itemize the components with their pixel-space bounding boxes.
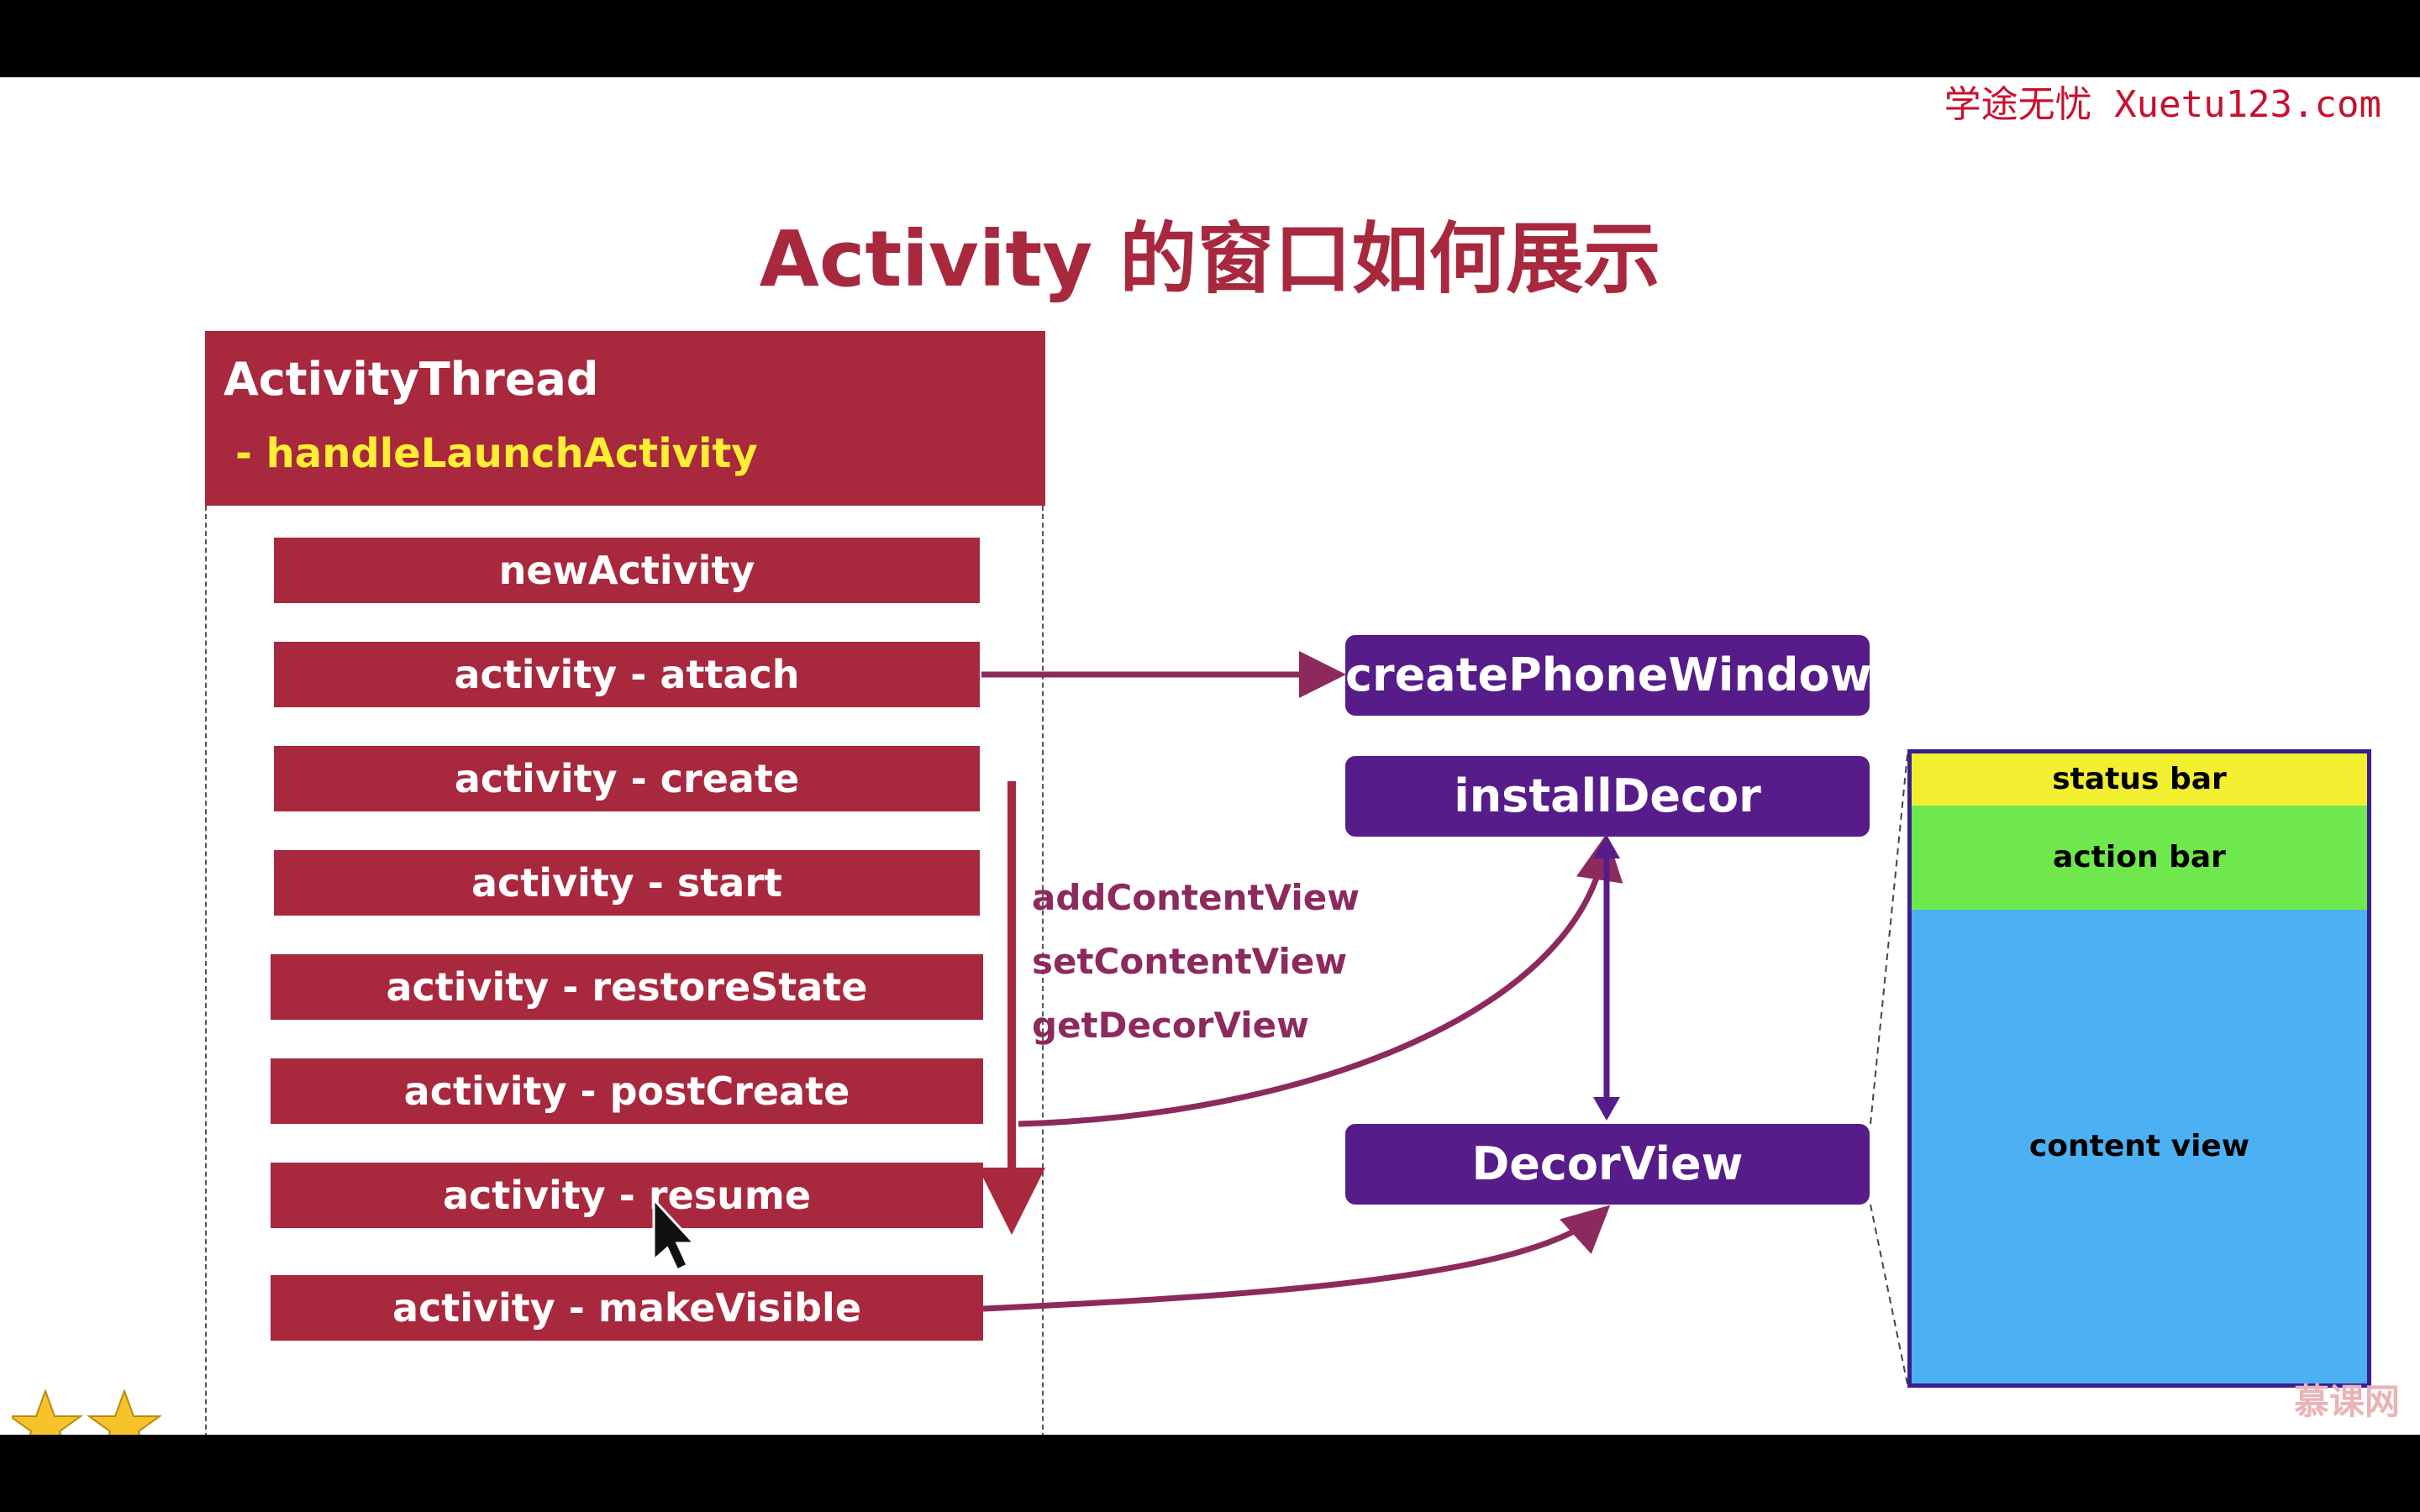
arrow-flow-to-install-decor (1018, 833, 1623, 1127)
arrowhead-to-install-decor (1593, 835, 1620, 858)
slide: 学途无忧 Xuetu123.com Activity 的窗口如何展示 Activ… (0, 77, 2420, 1435)
arrowhead-to-decor-view (1593, 1097, 1620, 1121)
star-icon (7, 1389, 84, 1435)
star-icon (86, 1389, 163, 1435)
mooc-logo: 慕课网 (2293, 1381, 2400, 1422)
slide-nav-controls (7, 1388, 230, 1435)
connector-layer (652, 651, 1908, 1385)
mouse-cursor-icon (652, 1196, 697, 1273)
zoom-line-top (1870, 753, 1908, 1125)
arrow-make-visible-to-decor-view (982, 1205, 1611, 1312)
zoom-line-bottom (1870, 1204, 1908, 1385)
